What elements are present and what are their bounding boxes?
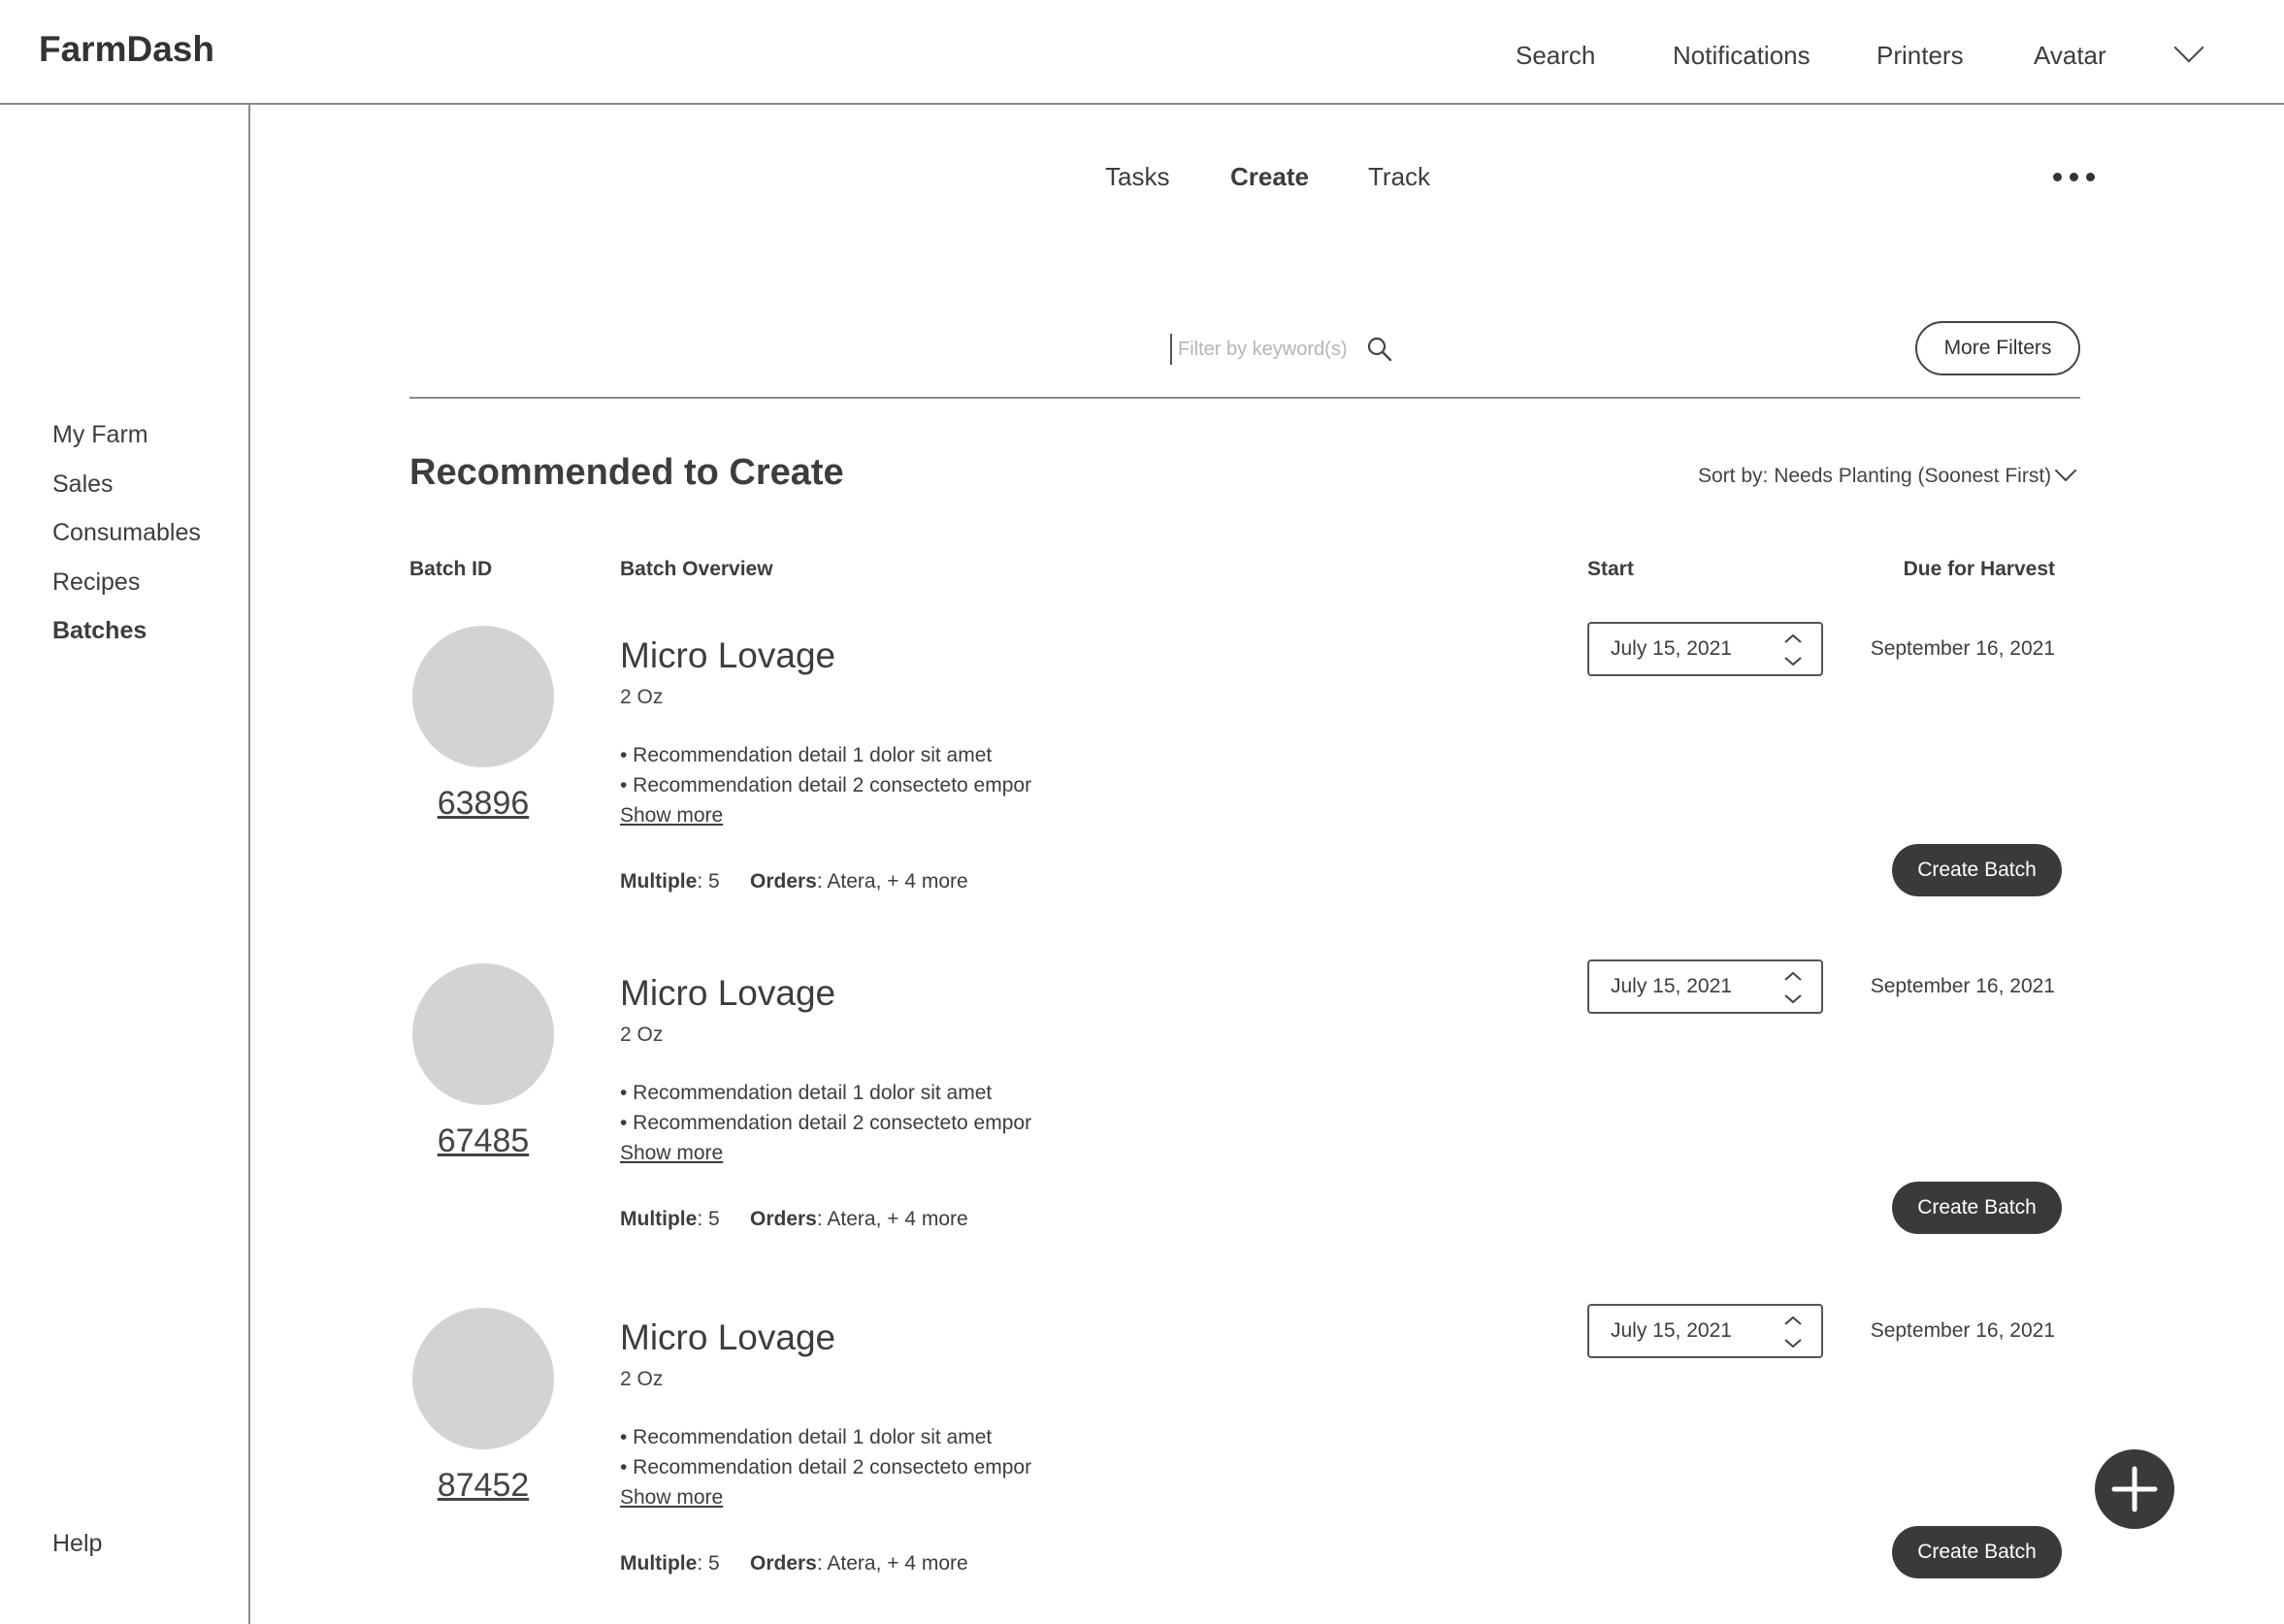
list-item: 63896 Micro Lovage 2 Oz • Recommendation… — [0, 622, 2284, 956]
topnav-printers[interactable]: Printers — [1876, 41, 1964, 71]
due-date: September 16, 2021 — [1870, 975, 2055, 997]
list-item: 87452 Micro Lovage 2 Oz • Recommendation… — [0, 1304, 2284, 1624]
search-input[interactable] — [1170, 334, 1364, 365]
multiple-label: Multiple — [620, 1208, 698, 1230]
show-more-link[interactable]: Show more — [620, 1142, 723, 1165]
divider — [409, 397, 2080, 399]
sidebar-item-consumables[interactable]: Consumables — [52, 519, 201, 547]
top-bar: FarmDash Search Notifications Printers A… — [0, 0, 2284, 105]
due-date: September 16, 2021 — [1870, 637, 2055, 660]
orders-info: Orders: Atera, + 4 more — [750, 1208, 968, 1231]
add-fab-button[interactable] — [2095, 1449, 2174, 1529]
batch-thumbnail — [412, 1308, 554, 1449]
recommendation-detail: • Recommendation detail 2 consecteto emp… — [620, 1456, 1032, 1478]
orders-value: : Atera, + 4 more — [816, 1552, 968, 1575]
search-field — [1170, 334, 1403, 365]
stepper-arrows-icon[interactable] — [1781, 969, 1805, 1006]
start-date-value: July 15, 2021 — [1611, 975, 1732, 997]
search-icon[interactable] — [1366, 336, 1393, 363]
recommendation-detail: • Recommendation detail 1 dolor sit amet — [620, 1426, 993, 1448]
orders-info: Orders: Atera, + 4 more — [750, 870, 968, 893]
tab-track[interactable]: Track — [1368, 162, 1430, 192]
topnav-avatar[interactable]: Avatar — [2034, 41, 2106, 71]
orders-label: Orders — [750, 870, 817, 893]
list-item: 67485 Micro Lovage 2 Oz • Recommendation… — [0, 959, 2284, 1293]
create-batch-button[interactable]: Create Batch — [1892, 1526, 2062, 1578]
batch-thumbnail — [412, 626, 554, 767]
column-header-start: Start — [1587, 558, 1634, 580]
batch-name: Micro Lovage — [620, 1317, 836, 1357]
multiple-label: Multiple — [620, 1552, 698, 1575]
multiple-value: : 5 — [697, 870, 720, 893]
start-date-value: July 15, 2021 — [1611, 637, 1732, 660]
column-header-batch-id: Batch ID — [409, 558, 493, 580]
chevron-down-icon[interactable] — [2054, 459, 2077, 482]
batch-thumbnail — [412, 963, 554, 1105]
batch-id-link[interactable]: 67485 — [409, 1122, 557, 1160]
multiple-label: Multiple — [620, 870, 698, 893]
sidebar-item-recipes[interactable]: Recipes — [52, 568, 140, 597]
start-date-picker[interactable]: July 15, 2021 — [1587, 959, 1823, 1014]
recommendation-detail: • Recommendation detail 1 dolor sit amet — [620, 1082, 993, 1104]
topnav-notifications[interactable]: Notifications — [1673, 41, 1811, 71]
stepper-arrows-icon[interactable] — [1781, 1314, 1805, 1350]
create-batch-button[interactable]: Create Batch — [1892, 844, 2062, 896]
more-filters-button[interactable]: More Filters — [1915, 321, 2080, 375]
sort-label: Sort by: Needs Planting (Soonest First) — [1698, 465, 2052, 487]
due-date: September 16, 2021 — [1870, 1319, 2055, 1342]
more-horizontal-icon[interactable] — [2051, 171, 2098, 184]
batch-name: Micro Lovage — [620, 635, 836, 675]
multiple-info: Multiple: 5 — [620, 1208, 720, 1231]
batch-size: 2 Oz — [620, 1368, 664, 1390]
sidebar-item-sales[interactable]: Sales — [52, 471, 114, 499]
orders-value: : Atera, + 4 more — [816, 870, 968, 893]
orders-value: : Atera, + 4 more — [816, 1208, 968, 1230]
multiple-info: Multiple: 5 — [620, 870, 720, 893]
tab-tasks[interactable]: Tasks — [1105, 162, 1169, 192]
orders-info: Orders: Atera, + 4 more — [750, 1552, 968, 1575]
chevron-down-icon[interactable] — [2173, 32, 2204, 63]
recommendation-detail: • Recommendation detail 2 consecteto emp… — [620, 1112, 1032, 1134]
stepper-arrows-icon[interactable] — [1781, 632, 1805, 668]
column-header-overview: Batch Overview — [620, 558, 773, 580]
recommendation-detail: • Recommendation detail 2 consecteto emp… — [620, 774, 1032, 796]
column-header-due: Due for Harvest — [1903, 558, 2055, 580]
brand-logo[interactable]: FarmDash — [39, 29, 214, 70]
topnav-search[interactable]: Search — [1516, 41, 1595, 71]
batch-id-link[interactable]: 63896 — [409, 785, 557, 823]
start-date-picker[interactable]: July 15, 2021 — [1587, 622, 1823, 676]
multiple-value: : 5 — [697, 1208, 720, 1230]
create-batch-button[interactable]: Create Batch — [1892, 1182, 2062, 1234]
recommendation-detail: • Recommendation detail 1 dolor sit amet — [620, 744, 993, 766]
batch-id-link[interactable]: 87452 — [409, 1467, 557, 1505]
sidebar-item-my-farm[interactable]: My Farm — [52, 421, 148, 449]
batch-size: 2 Oz — [620, 686, 664, 708]
multiple-value: : 5 — [697, 1552, 720, 1575]
plus-icon — [2111, 1466, 2158, 1512]
show-more-link[interactable]: Show more — [620, 804, 723, 828]
batch-name: Micro Lovage — [620, 973, 836, 1013]
app-root: FarmDash Search Notifications Printers A… — [0, 0, 2284, 1624]
section-title: Recommended to Create — [409, 452, 844, 493]
multiple-info: Multiple: 5 — [620, 1552, 720, 1575]
orders-label: Orders — [750, 1552, 817, 1575]
show-more-link[interactable]: Show more — [620, 1486, 723, 1510]
batch-size: 2 Oz — [620, 1023, 664, 1046]
start-date-picker[interactable]: July 15, 2021 — [1587, 1304, 1823, 1358]
start-date-value: July 15, 2021 — [1611, 1319, 1732, 1342]
tab-create[interactable]: Create — [1230, 162, 1309, 192]
orders-label: Orders — [750, 1208, 817, 1230]
sort-dropdown[interactable]: Sort by: Needs Planting (Soonest First) — [1698, 465, 2051, 488]
